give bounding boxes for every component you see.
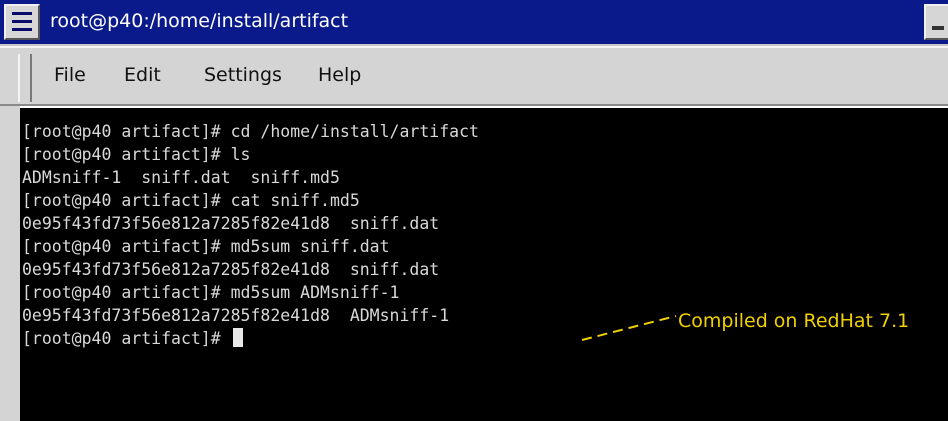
- menu-settings[interactable]: Settings: [204, 64, 282, 86]
- terminal-prompt-line[interactable]: [root@p40 artifact]#: [22, 327, 479, 350]
- menu-file[interactable]: File: [54, 64, 86, 86]
- minimize-icon: [932, 26, 944, 30]
- window-menu-icon[interactable]: [4, 4, 40, 40]
- text-cursor: [232, 328, 243, 347]
- terminal-line: [root@p40 artifact]# cat sniff.md5: [22, 191, 360, 210]
- terminal-area[interactable]: [root@p40 artifact]# cd /home/install/ar…: [20, 108, 948, 421]
- minimize-button[interactable]: [924, 4, 948, 40]
- menubar-grip-handle[interactable]: [18, 54, 32, 102]
- menu-line-icon: [12, 12, 32, 15]
- menu-edit[interactable]: Edit: [124, 64, 161, 86]
- terminal-line: 0e95f43fd73f56e812a7285f82e41d8 ADMsniff…: [22, 306, 450, 325]
- menu-help[interactable]: Help: [318, 64, 361, 86]
- window-title: root@p40:/home/install/artifact: [50, 10, 349, 32]
- terminal-line: [root@p40 artifact]# cd /home/install/ar…: [22, 122, 479, 141]
- menu-line-icon: [12, 20, 32, 23]
- terminal-line: [root@p40 artifact]# ls: [22, 145, 251, 164]
- terminal-line: [root@p40 artifact]# md5sum sniff.dat: [22, 237, 390, 256]
- title-bar[interactable]: root@p40:/home/install/artifact: [0, 0, 948, 46]
- terminal-line: [root@p40 artifact]# md5sum ADMsniff-1: [22, 283, 400, 302]
- terminal-prompt: [root@p40 artifact]#: [22, 329, 231, 348]
- menu-bar: File Edit Settings Help: [0, 46, 948, 106]
- terminal-line: 0e95f43fd73f56e812a7285f82e41d8 sniff.da…: [22, 214, 440, 233]
- terminal-line: 0e95f43fd73f56e812a7285f82e41d8 sniff.da…: [22, 260, 440, 279]
- annotation-arrow-icon: [581, 315, 677, 341]
- terminal-output: [root@p40 artifact]# cd /home/install/ar…: [22, 120, 479, 350]
- terminal-line: ADMsniff-1 sniff.dat sniff.md5: [22, 168, 340, 187]
- window-frame-left: [0, 106, 20, 421]
- menu-line-icon: [12, 28, 32, 31]
- annotation-label: Compiled on RedHat 7.1: [678, 310, 910, 332]
- terminal-window: root@p40:/home/install/artifact File Edi…: [0, 0, 948, 421]
